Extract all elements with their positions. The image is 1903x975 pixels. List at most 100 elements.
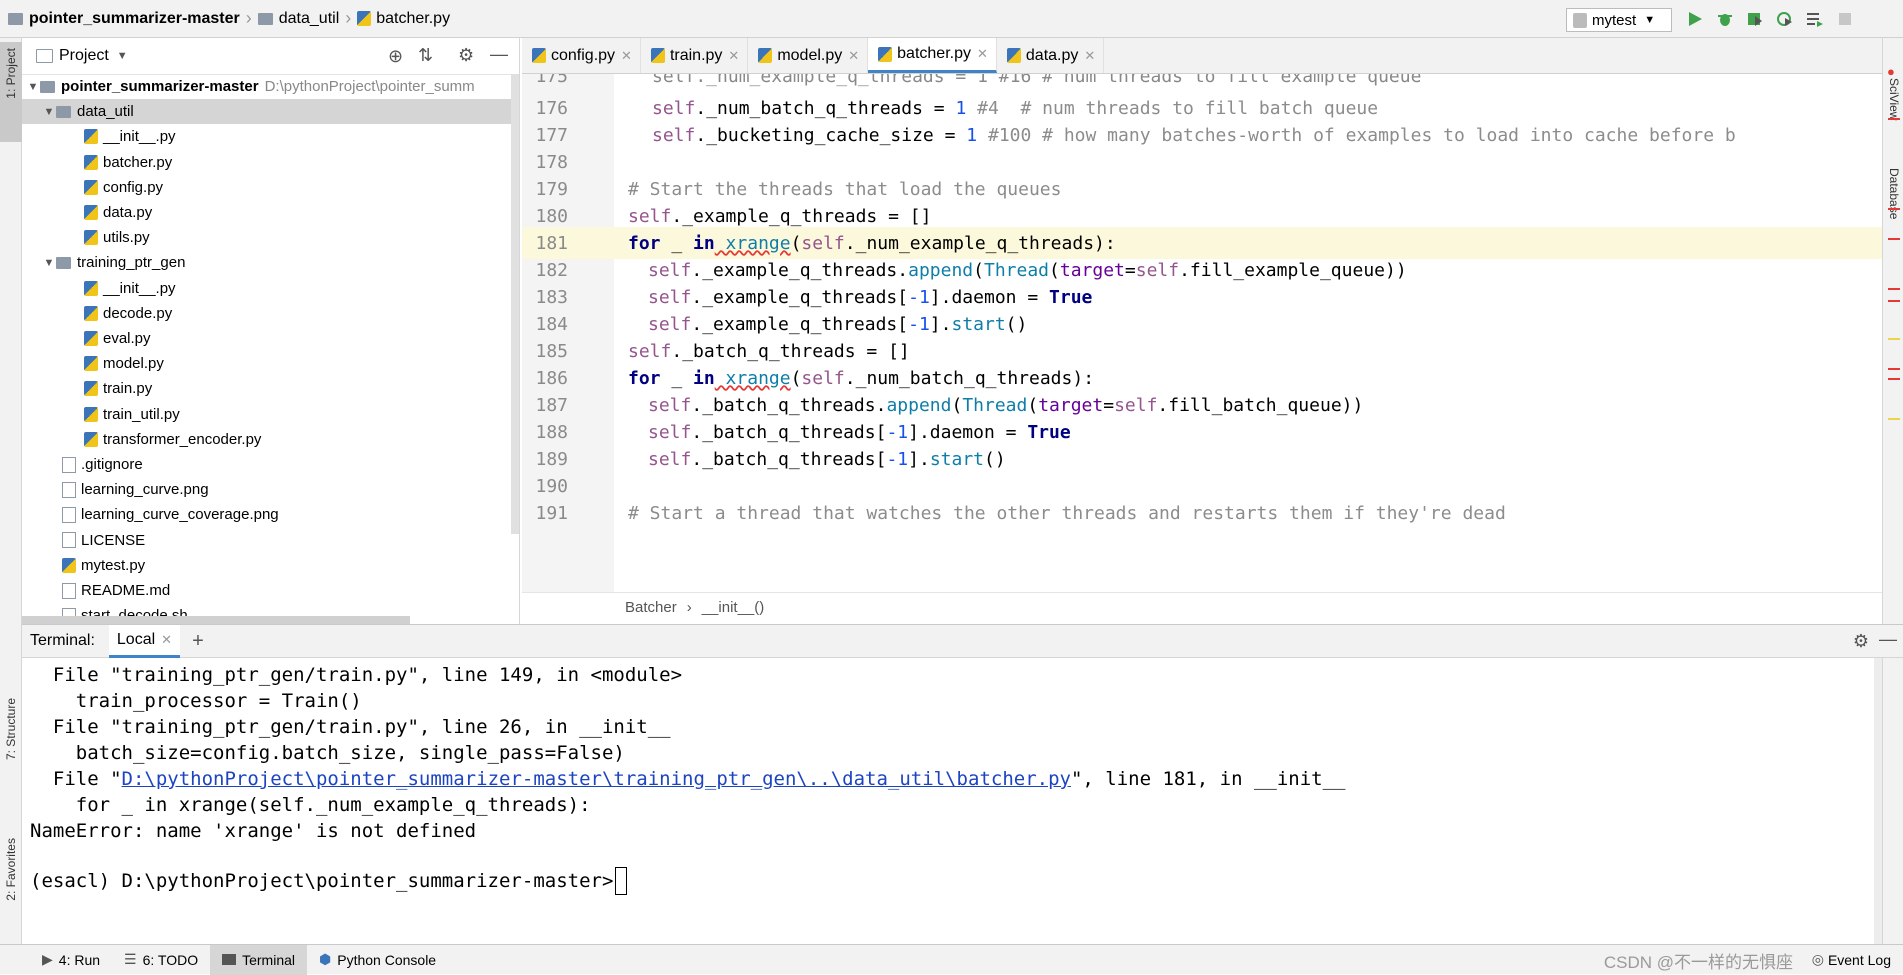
tree-scrollbar[interactable]: [511, 74, 519, 534]
breadcrumb-project[interactable]: pointer_summarizer-master: [29, 10, 240, 28]
error-marker[interactable]: [1888, 368, 1900, 370]
tree-item-label: __init__.py: [103, 128, 176, 146]
breadcrumb-folder[interactable]: data_util: [279, 10, 340, 28]
line-number: 188: [535, 421, 568, 443]
gear-icon[interactable]: ⚙: [1853, 631, 1869, 652]
tree-file[interactable]: train_util.py: [22, 402, 519, 427]
warning-marker[interactable]: [1888, 418, 1900, 420]
chevron-down-icon[interactable]: ▼: [26, 81, 40, 93]
chevron-down-icon[interactable]: ▼: [42, 106, 56, 118]
run-tab-label: 4: Run: [58, 951, 101, 968]
close-icon[interactable]: ✕: [621, 48, 632, 64]
tree-item-label: transformer_encoder.py: [103, 430, 262, 448]
code-comment: # Start the threads that load the queues: [628, 178, 1062, 200]
tab-model-py[interactable]: model.py ✕: [748, 38, 869, 73]
locate-icon[interactable]: ⊕: [388, 46, 403, 67]
code-text: for _ in xrange(self._num_example_q_thre…: [628, 232, 1116, 254]
tree-root[interactable]: ▼ pointer_summarizer-master D:\pythonProje…: [22, 74, 519, 99]
error-marker[interactable]: [1888, 118, 1900, 120]
tree-horizontal-scrollbar[interactable]: [22, 616, 410, 624]
tree-file[interactable]: model.py: [22, 351, 519, 376]
tree-file[interactable]: utils.py: [22, 225, 519, 250]
code-text: self._example_q_threads[-1].start(): [648, 313, 1028, 335]
database-tool-tab[interactable]: Database: [1887, 168, 1901, 219]
error-indicator-icon[interactable]: ●: [1887, 64, 1895, 79]
error-marker[interactable]: [1888, 288, 1900, 290]
terminal-prompt-line[interactable]: (esacl) D:\pythonProject\pointer_summari…: [30, 866, 628, 896]
new-terminal-icon[interactable]: +: [192, 630, 204, 653]
event-log-tool-tab[interactable]: ◎ Event Log: [1800, 945, 1903, 975]
python-file-icon: [1006, 48, 1021, 63]
tree-file[interactable]: __init__.py: [22, 276, 519, 301]
tree-file[interactable]: eval.py: [22, 326, 519, 351]
structure-tool-tab[interactable]: 7: Structure: [4, 698, 18, 760]
tree-file[interactable]: LICENSE: [22, 528, 519, 553]
terminal-scrollbar[interactable]: [1874, 658, 1882, 944]
run-config-label: mytest: [1592, 11, 1637, 29]
tree-file[interactable]: learning_curve.png: [22, 477, 519, 502]
error-marker[interactable]: [1888, 208, 1900, 210]
code-editor[interactable]: 175 self._num_example_q_threads = 1 #16 …: [522, 74, 1882, 592]
warning-marker[interactable]: [1888, 338, 1900, 340]
minimize-icon[interactable]: —: [490, 44, 508, 65]
tab-train-py[interactable]: train.py ✕: [641, 38, 749, 73]
close-icon[interactable]: ✕: [161, 632, 172, 648]
stop-icon[interactable]: [1836, 10, 1854, 28]
tree-file[interactable]: batcher.py: [22, 150, 519, 175]
tab-config-py[interactable]: config.py ✕: [522, 38, 641, 73]
profile-icon[interactable]: [1776, 10, 1794, 28]
terminal-tool-tab[interactable]: Terminal: [210, 944, 308, 975]
python-console-tool-tab[interactable]: ⬢ Python Console: [307, 945, 448, 975]
tree-root-path: D:\pythonProject\pointer_summ: [264, 78, 475, 95]
error-marker[interactable]: [1888, 300, 1900, 302]
favorites-tool-tab[interactable]: 2: Favorites: [4, 838, 18, 901]
line-number: 190: [535, 475, 568, 497]
python-file-icon: [62, 557, 76, 573]
folder-icon: [40, 80, 55, 93]
tree-file[interactable]: decode.py: [22, 301, 519, 326]
close-icon[interactable]: ✕: [977, 46, 988, 62]
tree-item-label: __init__.py: [103, 279, 176, 297]
line-number: 177: [535, 124, 568, 146]
run-icon[interactable]: [1686, 10, 1704, 28]
python-file-icon: [650, 48, 665, 63]
sciview-tool-tab[interactable]: SciView: [1887, 78, 1901, 120]
crumb-method[interactable]: __init__(): [702, 599, 765, 616]
tree-file[interactable]: data.py: [22, 200, 519, 225]
close-icon[interactable]: ✕: [1084, 48, 1095, 64]
breadcrumb-file[interactable]: batcher.py: [376, 10, 450, 28]
chevron-down-icon[interactable]: ▼: [117, 50, 128, 62]
tree-file[interactable]: learning_curve_coverage.png: [22, 502, 519, 527]
concurrency-icon[interactable]: [1806, 10, 1824, 28]
tree-file[interactable]: .gitignore: [22, 452, 519, 477]
project-tool-tab[interactable]: 1: Project: [0, 42, 22, 142]
terminal-file-link[interactable]: D:\pythonProject\pointer_summarizer-mast…: [122, 768, 1071, 790]
tree-file[interactable]: transformer_encoder.py: [22, 427, 519, 452]
tree-folder[interactable]: ▼ training_ptr_gen: [22, 250, 519, 275]
close-icon[interactable]: ✕: [728, 48, 739, 64]
chevron-down-icon[interactable]: ▼: [42, 257, 56, 269]
tree-file[interactable]: __init__.py: [22, 124, 519, 149]
terminal-output[interactable]: File "training_ptr_gen/train.py", line 1…: [22, 658, 1882, 944]
tab-terminal-local[interactable]: Local ✕: [108, 624, 181, 658]
crumb-class[interactable]: Batcher: [625, 599, 677, 616]
minimize-icon[interactable]: —: [1879, 629, 1897, 650]
error-marker[interactable]: [1888, 238, 1900, 240]
gear-icon[interactable]: ⚙: [458, 45, 474, 66]
debug-icon[interactable]: [1716, 10, 1734, 28]
todo-tool-tab[interactable]: ☰ 6: TODO: [112, 945, 210, 975]
project-panel-title[interactable]: Project: [59, 47, 109, 65]
close-icon[interactable]: ✕: [848, 48, 859, 64]
tree-file[interactable]: mytest.py: [22, 553, 519, 578]
tree-file[interactable]: config.py: [22, 175, 519, 200]
tab-batcher-py[interactable]: batcher.py ✕: [868, 38, 997, 73]
run-tool-tab[interactable]: ▶ 4: Run: [30, 945, 112, 975]
tree-file[interactable]: train.py: [22, 376, 519, 401]
run-configuration-select[interactable]: mytest ▼: [1566, 8, 1672, 32]
collapse-all-icon[interactable]: ⇅: [418, 45, 433, 66]
tree-file[interactable]: README.md: [22, 578, 519, 603]
tab-data-py[interactable]: data.py ✕: [997, 38, 1105, 73]
error-marker[interactable]: [1888, 378, 1900, 380]
run-with-coverage-icon[interactable]: [1746, 10, 1764, 28]
tree-folder[interactable]: ▼ data_util: [22, 99, 519, 125]
